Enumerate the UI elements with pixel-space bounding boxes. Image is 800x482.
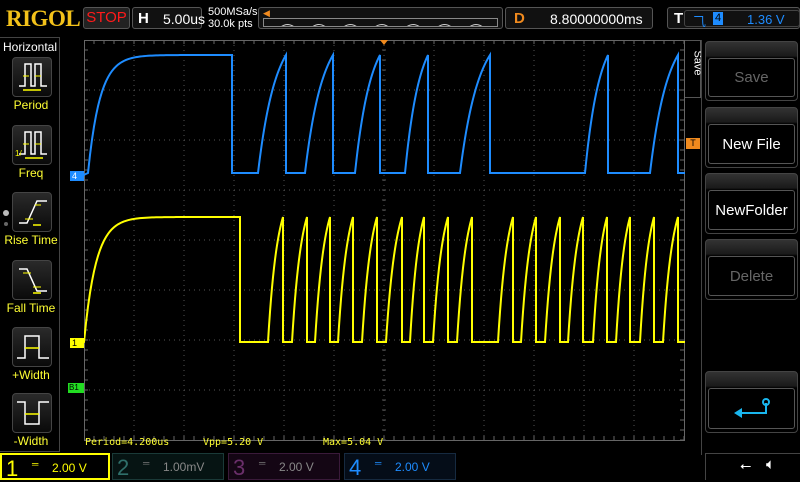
- trigger-display[interactable]: T ⺄ 4 1.36 V: [667, 7, 800, 29]
- channel-1-marker[interactable]: 1: [70, 338, 84, 348]
- channel-number: 2: [117, 455, 130, 480]
- channel-scale: 2.00 V: [52, 461, 87, 475]
- rise-time-icon: [19, 200, 47, 226]
- channel-scale: 2.00 V: [279, 460, 314, 474]
- negative-width-label: -Width: [13, 434, 49, 448]
- max-measurement: Max=5.04 V: [323, 437, 384, 448]
- new-file-button[interactable]: New File: [705, 107, 798, 168]
- dc-coupling-icon: ═: [143, 458, 150, 468]
- bus-marker[interactable]: B1: [68, 383, 84, 393]
- return-button[interactable]: [705, 371, 798, 433]
- freq-button[interactable]: 1/: [12, 125, 52, 165]
- page-indicator-icon: [3, 210, 9, 216]
- delay-key: D: [514, 10, 525, 27]
- channel-scale: 1.00mV: [163, 460, 205, 474]
- new-folder-label: NewFolder: [708, 190, 795, 230]
- vpp-measurement: Vpp=5.20 V: [203, 437, 264, 448]
- channel-4-waveform: [84, 51, 685, 176]
- period-icon: [19, 63, 47, 91]
- channel-status-bar: 1 ═ 2.00 V 2 ═ 1.00mV 3 ═ 2.00 V 4 ═ 2.00 V ⭠ 🔈︎: [0, 453, 800, 481]
- period-button[interactable]: [12, 57, 52, 97]
- save-button-label: Save: [708, 58, 795, 97]
- negative-width-button[interactable]: [12, 393, 52, 433]
- trigger-level-marker[interactable]: T: [686, 138, 700, 149]
- delay-value: 8.80000000ms: [550, 11, 643, 27]
- channel-4-marker[interactable]: 4: [70, 171, 84, 181]
- positive-width-icon: [17, 335, 49, 359]
- save-button[interactable]: Save: [705, 41, 798, 101]
- save-menu-tab: Save: [685, 40, 704, 98]
- channel-4-status[interactable]: 4 ═ 2.00 V: [344, 453, 456, 480]
- acquisition-info: 500MSa/s 30.0k pts: [208, 6, 258, 30]
- menu-divider: [701, 40, 702, 455]
- channel-2-status[interactable]: 2 ═ 1.00mV: [112, 453, 224, 480]
- sample-rate: 500MSa/s: [208, 6, 258, 18]
- trigger-source: 4: [713, 12, 724, 25]
- memory-overview: ◀: [258, 7, 503, 29]
- rigol-logo: RIGOL: [6, 6, 81, 31]
- svg-text:1/: 1/: [15, 149, 22, 158]
- delete-button[interactable]: Delete: [705, 239, 798, 300]
- run-stop-status[interactable]: STOP: [83, 7, 130, 29]
- new-folder-button[interactable]: NewFolder: [705, 173, 798, 234]
- channel-number: 3: [233, 455, 246, 480]
- channel-scale: 2.00 V: [395, 460, 430, 474]
- channel-number: 1: [6, 456, 19, 481]
- fall-time-button[interactable]: [12, 260, 52, 300]
- positive-width-label: +Width: [12, 368, 50, 382]
- fall-time-label: Fall Time: [6, 301, 56, 315]
- return-arrow-icon: [733, 397, 770, 418]
- rise-time-button[interactable]: [12, 192, 52, 232]
- dc-coupling-icon: ═: [32, 459, 39, 469]
- waveform-overview-icon: [281, 23, 483, 26]
- usb-icon: ⭠: [740, 457, 752, 473]
- fall-time-icon: [19, 268, 47, 294]
- dc-coupling-icon: ═: [375, 458, 382, 468]
- trigger-key: T: [674, 10, 684, 27]
- horizontal-key: H: [138, 10, 149, 27]
- negative-width-icon: [17, 401, 49, 425]
- dc-coupling-icon: ═: [259, 458, 266, 468]
- page-indicator-icon: [4, 222, 8, 226]
- period-label: Period: [13, 98, 49, 112]
- trigger-position-marker-icon: [380, 40, 388, 45]
- freq-icon: 1/: [15, 131, 47, 159]
- memory-depth: 30.0k pts: [208, 18, 253, 30]
- channel-3-status[interactable]: 3 ═ 2.00 V: [228, 453, 340, 480]
- waveform-grid[interactable]: [84, 40, 685, 441]
- freq-label: Freq: [18, 166, 44, 180]
- system-status: ⭠ 🔈︎: [705, 453, 800, 480]
- period-measurement: Period=4.200us: [85, 437, 170, 448]
- speaker-muted-icon: 🔈︎: [766, 456, 776, 473]
- timebase-value: 5.00us: [163, 11, 206, 27]
- channel-1-status[interactable]: 1 ═ 2.00 V: [0, 453, 110, 481]
- delete-label: Delete: [708, 256, 795, 296]
- rise-time-label: Rise Time: [4, 233, 58, 247]
- timebase-display[interactable]: H 5.00us: [132, 7, 206, 29]
- delay-display[interactable]: D 8.80000000ms: [505, 7, 653, 29]
- falling-edge-icon: ⺄: [693, 14, 707, 29]
- new-file-label: New File: [708, 124, 795, 164]
- positive-width-button[interactable]: [12, 327, 52, 367]
- menu-title: Horizontal: [3, 40, 58, 54]
- trigger-level: 1.36 V: [747, 12, 785, 27]
- channel-number: 4: [349, 455, 362, 480]
